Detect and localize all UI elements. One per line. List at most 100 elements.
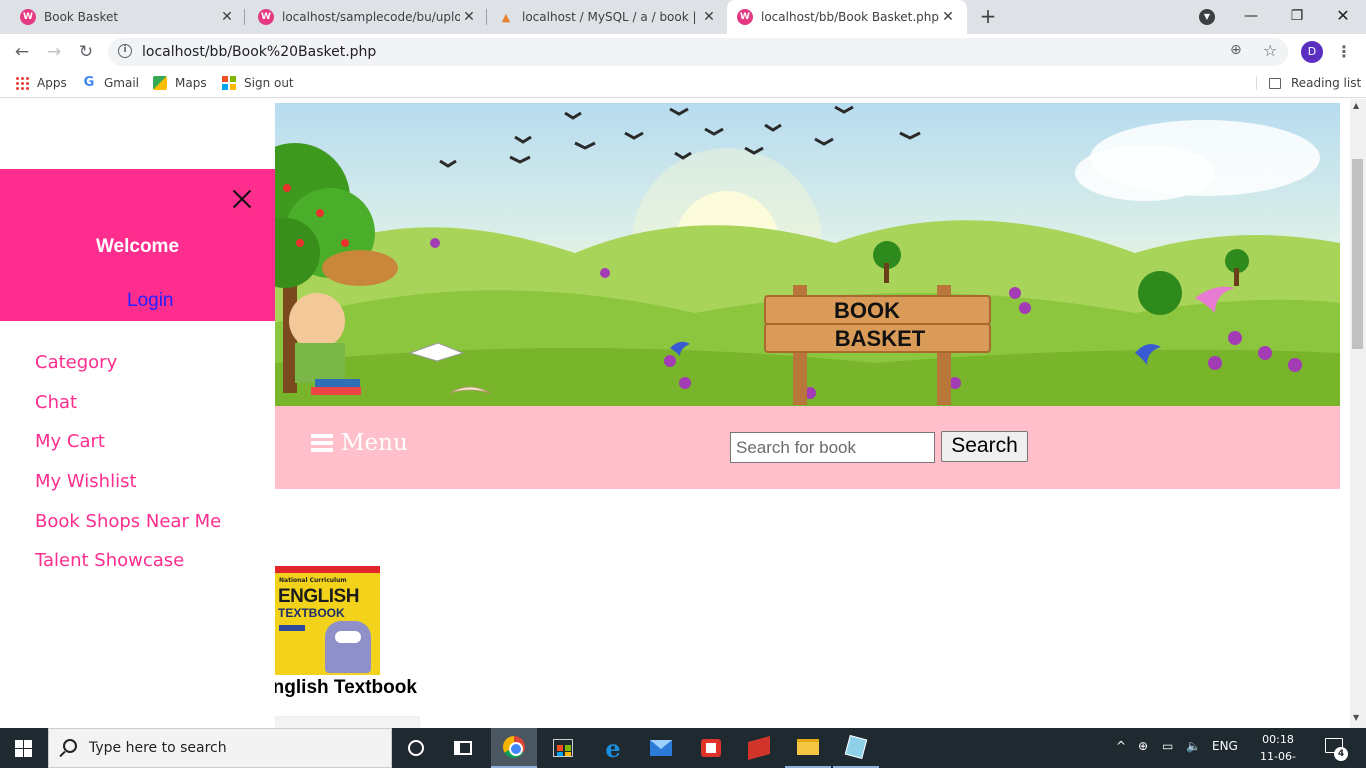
reading-list-label: Reading list: [1291, 76, 1362, 90]
bookmark-label: Sign out: [244, 76, 294, 90]
url-text[interactable]: localhost/bb/Book%20Basket.php: [142, 44, 376, 60]
search-input[interactable]: [730, 432, 935, 463]
welcome-text: Welcome: [95, 236, 180, 257]
sign-line-1: BOOK: [834, 298, 900, 323]
menu-button[interactable]: Menu: [311, 430, 408, 456]
reading-list-icon: [1269, 77, 1281, 89]
clock-date: 11-06-2021: [1260, 750, 1296, 780]
cortana-icon: [408, 740, 424, 756]
tab-search-dropdown-icon[interactable]: ▼: [1199, 9, 1215, 25]
restore-button[interactable]: ❐: [1274, 0, 1320, 32]
hero-banner: BOOK BASKET: [275, 103, 1340, 406]
tab-phpmyadmin[interactable]: ▲ localhost / MySQL / a / book | ph ✕: [490, 0, 726, 34]
taskbar-search[interactable]: Type here to search: [48, 728, 392, 768]
close-icon[interactable]: [230, 187, 254, 211]
windows-taskbar: Type here to search e ^ ⊕ ▭ 🔈 ENG 00:18 …: [0, 728, 1366, 780]
cortana-button[interactable]: [393, 728, 439, 768]
tab-close-icon[interactable]: ✕: [218, 9, 236, 25]
wamp-favicon-icon: W: [258, 9, 274, 25]
book-action-box[interactable]: [275, 716, 420, 728]
tab-close-icon[interactable]: ✕: [700, 9, 718, 25]
store-icon: [553, 739, 573, 757]
tab-separator: [486, 9, 487, 25]
office-taskbar-button[interactable]: [688, 728, 734, 768]
show-hidden-icons[interactable]: ^: [1116, 739, 1126, 753]
browser-toolbar: ← → ↻ i localhost/bb/Book%20Basket.php ⊕…: [0, 34, 1366, 70]
bookmark-gmail[interactable]: G Gmail: [82, 76, 140, 91]
forward-button[interactable]: →: [42, 40, 66, 64]
task-view-button[interactable]: [440, 728, 486, 768]
notes-taskbar-button[interactable]: [833, 728, 879, 768]
landscape-illustration: BOOK BASKET: [275, 105, 1340, 406]
chrome-taskbar-button[interactable]: [491, 728, 537, 768]
bookmark-sign-out[interactable]: Sign out: [222, 76, 294, 90]
tab-book-basket-php[interactable]: W localhost/bb/Book Basket.php ✕: [727, 0, 967, 34]
book-title[interactable]: English Textbook: [260, 677, 417, 699]
sidebar-item-category[interactable]: Category: [35, 352, 117, 373]
hamburger-icon: [311, 434, 333, 452]
zoom-icon[interactable]: ⊕: [1230, 42, 1242, 58]
sidebar-item-my-wishlist[interactable]: My Wishlist: [35, 471, 137, 492]
bookmark-star-icon[interactable]: ☆: [1263, 41, 1277, 60]
chrome-icon: [503, 736, 525, 758]
search-icon: [63, 739, 77, 753]
bookmark-apps[interactable]: Apps: [15, 76, 67, 90]
top-navbar: Menu Search: [275, 406, 1340, 489]
scrollbar-thumb[interactable]: [1352, 159, 1363, 349]
cover-title-line1: ENGLISH: [278, 586, 359, 607]
close-window-button[interactable]: ✕: [1320, 0, 1366, 32]
tab-upload[interactable]: W localhost/samplecode/bu/uploac ✕: [250, 0, 487, 34]
profile-avatar[interactable]: D: [1301, 41, 1323, 63]
wamp-favicon-icon: W: [20, 9, 36, 25]
sidebar-item-book-shops[interactable]: Book Shops Near Me: [35, 511, 221, 532]
reading-list-button[interactable]: Reading list: [1256, 76, 1361, 90]
sidebar-item-chat[interactable]: Chat: [35, 392, 77, 413]
sidebar-item-talent-showcase[interactable]: Talent Showcase: [35, 550, 184, 571]
site-info-icon[interactable]: i: [118, 44, 132, 58]
explorer-taskbar-button[interactable]: [785, 728, 831, 768]
bookmark-maps[interactable]: Maps: [153, 76, 207, 90]
bookmark-label: Gmail: [104, 76, 140, 90]
search-button[interactable]: Search: [941, 431, 1028, 462]
mail-taskbar-button[interactable]: [638, 728, 684, 768]
notification-count-badge: 4: [1334, 747, 1348, 761]
cover-series: National Curriculum: [279, 577, 347, 584]
network-icon[interactable]: ⊕: [1138, 739, 1148, 753]
edge-taskbar-button[interactable]: e: [590, 728, 636, 768]
system-clock[interactable]: 00:18 11-06-2021: [1250, 731, 1306, 782]
language-indicator[interactable]: ENG: [1212, 739, 1238, 753]
tab-close-icon[interactable]: ✕: [460, 9, 478, 25]
minimize-button[interactable]: —: [1228, 0, 1274, 32]
sidebar-item-my-cart[interactable]: My Cart: [35, 431, 105, 452]
tab-close-icon[interactable]: ✕: [939, 9, 957, 25]
mail-icon: [650, 740, 672, 756]
login-link[interactable]: Login: [127, 290, 174, 312]
tab-separator: [244, 9, 245, 25]
bookmark-label: Maps: [175, 76, 207, 90]
page-viewport: BOOK BASKET Menu Search National Curricu…: [0, 99, 1366, 728]
tab-title: localhost/samplecode/bu/uploac: [282, 10, 460, 24]
browser-menu-icon[interactable]: ⋮: [1336, 42, 1352, 61]
page-scrollbar[interactable]: ▲ ▼: [1350, 99, 1366, 728]
maps-icon: [153, 76, 167, 90]
volume-icon[interactable]: 🔈: [1186, 739, 1201, 753]
phpmyadmin-favicon-icon: ▲: [501, 10, 511, 24]
clock-time: 00:18: [1262, 733, 1294, 746]
edge-icon: e: [605, 733, 621, 763]
battery-icon[interactable]: ▭: [1162, 739, 1173, 753]
address-bar[interactable]: i localhost/bb/Book%20Basket.php ⊕ ☆: [108, 38, 1288, 66]
scroll-down-icon[interactable]: ▼: [1353, 713, 1359, 722]
tab-title: Book Basket: [44, 10, 119, 24]
microsoft-icon: [222, 76, 236, 90]
book-cover-image[interactable]: National Curriculum ENGLISH TEXTBOOK: [275, 566, 380, 675]
reload-button[interactable]: ↻: [74, 40, 98, 64]
tab-book-basket[interactable]: W Book Basket ✕: [12, 0, 245, 34]
back-button[interactable]: ←: [10, 40, 34, 64]
folder-icon: [797, 739, 819, 755]
start-button[interactable]: [15, 740, 32, 757]
app-taskbar-button[interactable]: [736, 728, 782, 768]
scroll-up-icon[interactable]: ▲: [1353, 101, 1359, 110]
new-tab-button[interactable]: +: [976, 4, 1000, 28]
tab-strip: W Book Basket ✕ W localhost/samplecode/b…: [0, 0, 1366, 34]
store-taskbar-button[interactable]: [540, 728, 586, 768]
